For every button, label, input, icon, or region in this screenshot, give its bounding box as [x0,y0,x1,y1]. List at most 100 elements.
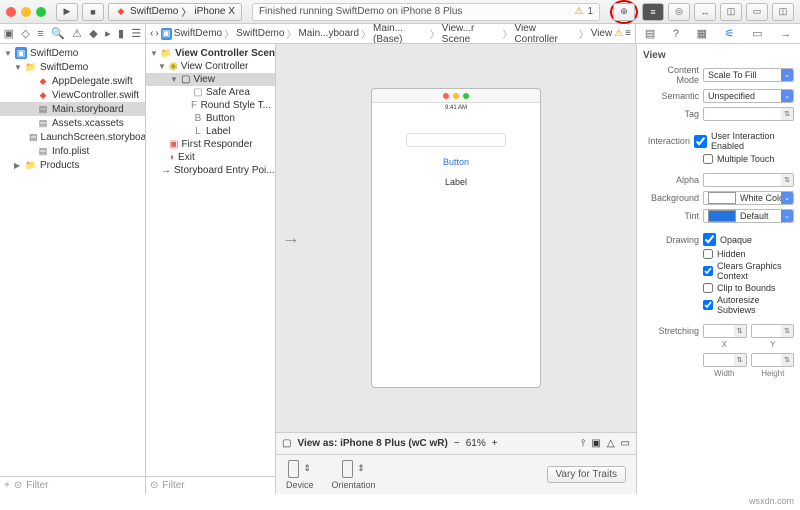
tint-select[interactable]: Default⌄ [703,209,794,223]
view-as-label[interactable]: View as: iPhone 8 Plus (wC wR) [297,438,447,449]
file-node[interactable]: ▤Main.storyboard [0,102,145,116]
file-node[interactable]: ▤Assets.xcassets [0,116,145,130]
size-inspector-tab[interactable]: ▭ [752,27,762,40]
file-inspector-tab[interactable]: ▤ [645,27,655,40]
outline-item[interactable]: FRound Style T... [146,99,275,112]
tag-field[interactable]: 0⇅ [703,107,794,121]
minimize-icon[interactable] [21,7,31,17]
issue-tab[interactable]: ⚠ [72,27,82,40]
editor-standard-button[interactable]: ≡ [642,3,664,21]
toggle-debug-button[interactable]: ▭ [746,3,768,21]
connections-inspector-tab[interactable]: → [780,28,791,40]
identity-inspector-tab[interactable]: ▦ [697,27,707,40]
hidden-checkbox[interactable] [703,249,713,259]
outline-item[interactable]: ▢Safe Area [146,86,275,99]
zoom-in-button[interactable]: + [492,438,498,449]
editor-assistant-button[interactable]: ◎ [668,3,690,21]
alpha-field[interactable]: 1⇅ [703,173,794,187]
warning-icon[interactable]: ⚠ [614,28,623,39]
clip-bounds-checkbox[interactable] [703,283,713,293]
jump-bar[interactable]: ‹ › ▣ SwiftDemo〉 SwiftDemo〉 Main...yboar… [146,24,636,43]
test-tab[interactable]: ◆ [89,27,97,40]
group-node[interactable]: ▼📁 SwiftDemo [0,60,145,74]
stretch-x-field[interactable]: 0⇅ [703,324,747,338]
symbol-tab[interactable]: ≡ [37,28,43,40]
zoom-out-button[interactable]: − [454,438,460,449]
entry-point-node[interactable]: →Storyboard Entry Poi... [146,164,275,177]
user-interaction-checkbox[interactable] [694,135,707,148]
warning-icon[interactable]: ⚠ [574,6,583,17]
file-node[interactable]: ◆ViewController.swift [0,88,145,102]
vc-node[interactable]: ▼◉View Controller [146,60,275,73]
device-selector[interactable]: ⇕ Device [286,460,314,490]
products-node[interactable]: ▶📁 Products [0,158,145,172]
file-tree[interactable]: ▼▣ SwiftDemo ▼📁 SwiftDemo ◆AppDelegate.s… [0,44,145,476]
stretch-h-field[interactable]: 1⇅ [751,353,795,367]
outline-tree[interactable]: ▼📁View Controller Scene ▼◉View Controlle… [146,44,275,476]
scheme-app: SwiftDemo [130,6,178,17]
outline-item[interactable]: LLabel [146,125,275,138]
multiple-touch-checkbox[interactable] [703,154,713,164]
close-icon[interactable] [6,7,16,17]
semantic-select[interactable]: Unspecified⌄ [703,89,794,103]
file-node[interactable]: ▤LaunchScreen.storyboard [0,130,145,144]
outline-item[interactable]: BButton [146,112,275,125]
editor-version-button[interactable]: ↔ [694,3,716,21]
scheme-device: iPhone X [194,6,235,17]
canvas[interactable]: → 9:41 AM Button Label [276,44,636,432]
source-control-tab[interactable]: ◇ [21,27,29,40]
debug-tab[interactable]: ▸ [105,27,111,40]
opaque-checkbox[interactable] [703,233,716,246]
outline-toggle-icon[interactable]: ▢ [282,438,291,449]
text-field[interactable] [406,133,506,147]
attributes-inspector-tab[interactable]: ⚟ [725,27,735,40]
exit-node[interactable]: ◗Exit [146,151,275,164]
history-inspector-tab[interactable]: ? [673,28,679,40]
outline-filter[interactable]: ⊙ Filter [146,476,275,494]
breakpoint-tab[interactable]: ▮ [118,27,124,40]
scene-node[interactable]: ▼📁View Controller Scene [146,46,275,60]
navigator-tabs: ▣ ◇ ≡ 🔍 ⚠ ◆ ▸ ▮ ☰ [0,24,146,43]
outline-toggle[interactable]: ≡ [625,28,631,39]
autoresize-checkbox[interactable] [703,300,713,310]
file-node[interactable]: ◆AppDelegate.swift [0,74,145,88]
report-tab[interactable]: ☰ [131,27,141,40]
document-outline: ▼📁View Controller Scene ▼◉View Controlle… [146,44,276,494]
toggle-navigator-button[interactable]: ◫ [720,3,742,21]
scene-titlebar[interactable] [372,89,540,103]
first-responder-node[interactable]: ▣First Responder [146,138,275,151]
align-button[interactable]: ⫯ [581,438,585,449]
add-button[interactable]: + [4,480,10,491]
pin-button[interactable]: ▣ [591,438,600,449]
run-button[interactable]: ▶ [56,3,78,21]
stretch-w-field[interactable]: 1⇅ [703,353,747,367]
resolve-button[interactable]: △ [607,438,615,449]
background-select[interactable]: White Color⌄ [703,191,794,205]
project-navigator-tab[interactable]: ▣ [4,27,14,40]
stretch-y-field[interactable]: 0⇅ [751,324,795,338]
stop-button[interactable]: ■ [82,3,104,21]
find-tab[interactable]: 🔍 [51,27,65,40]
orientation-selector[interactable]: ⇕ Orientation [332,460,376,490]
library-button-highlighted: ⊕ [610,0,638,24]
toggle-inspector-button[interactable]: ◫ [772,3,794,21]
simulated-view[interactable]: 9:41 AM Button Label [371,88,541,388]
ui-button[interactable]: Button [443,157,469,167]
view-node[interactable]: ▼▢View [146,73,275,86]
forward-button[interactable]: › [155,28,158,39]
navigator-filter[interactable]: + ⊙ Filter [0,476,145,494]
zoom-icon[interactable] [36,7,46,17]
trait-bar: ⇕ Device ⇕ Orientation Vary for Traits [276,454,636,494]
project-node[interactable]: ▼▣ SwiftDemo [0,46,145,60]
entry-arrow-icon: → [282,228,300,249]
clears-context-checkbox[interactable] [703,266,713,276]
embed-button[interactable]: ▭ [621,438,630,449]
back-button[interactable]: ‹ [150,28,153,39]
scheme-selector[interactable]: ◆ SwiftDemo 〉 iPhone X [108,3,242,21]
file-node[interactable]: ▤Info.plist [0,144,145,158]
vary-for-traits-button[interactable]: Vary for Traits [547,466,627,483]
interface-builder-canvas: → 9:41 AM Button Label ▢ View as: iPhone… [276,44,636,494]
ui-label[interactable]: Label [445,177,467,187]
library-button[interactable]: ⊕ [613,3,635,21]
content-mode-select[interactable]: Scale To Fill⌄ [703,68,794,82]
